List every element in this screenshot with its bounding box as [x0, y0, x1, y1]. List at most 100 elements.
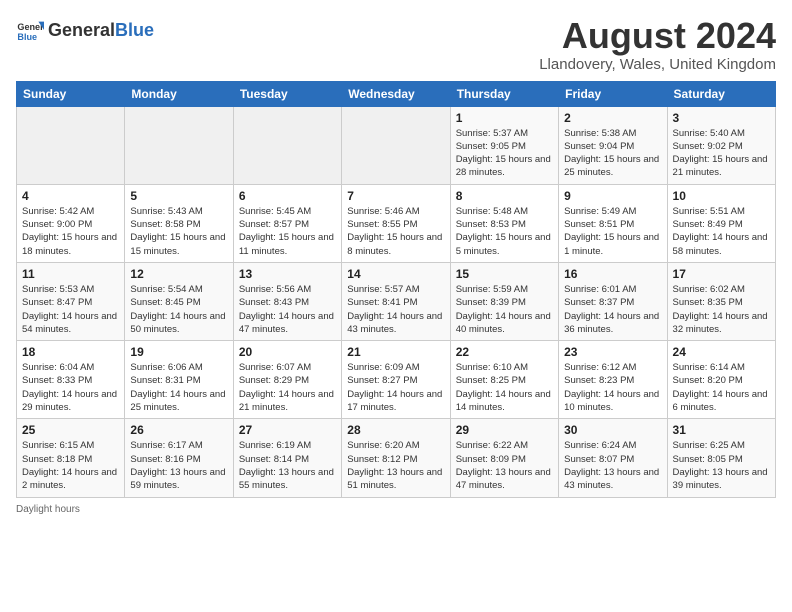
header: General Blue GeneralBlue August 2024 Lla… — [16, 16, 776, 73]
calendar-week-row: 1Sunrise: 5:37 AMSunset: 9:05 PMDaylight… — [17, 106, 776, 184]
calendar-cell: 16 Sunrise: 6:01 AMSunset: 8:37 PMDayligh… — [559, 262, 667, 340]
day-number: 25 — [22, 423, 119, 437]
calendar-cell: 4Sunrise: 5:42 AMSunset: 9:00 PMDaylight… — [17, 184, 125, 262]
day-info: Sunrise: 6:24 AMSunset: 8:07 PMDaylight:… — [564, 439, 661, 492]
day-info: Sunrise: 6:09 AMSunset: 8:27 PMDaylight:… — [347, 361, 444, 414]
calendar-cell: 6Sunrise: 5:45 AMSunset: 8:57 PMDaylight… — [233, 184, 341, 262]
calendar-cell — [125, 106, 233, 184]
day-number: 10 — [673, 189, 770, 203]
day-info: Sunrise: 6:17 AMSunset: 8:16 PMDaylight:… — [130, 439, 227, 492]
day-number: 9 — [564, 189, 661, 203]
calendar-cell: 13 Sunrise: 5:56 AMSunset: 8:43 PMDayligh… — [233, 262, 341, 340]
day-number: 2 — [564, 111, 661, 125]
calendar-cell — [233, 106, 341, 184]
day-info: Sunrise: 6:01 AMSunset: 8:37 PMDaylight:… — [564, 283, 661, 336]
calendar-cell: 9 Sunrise: 5:49 AMSunset: 8:51 PMDaylight… — [559, 184, 667, 262]
day-number: 5 — [130, 189, 227, 203]
calendar-cell: 15 Sunrise: 5:59 AMSunset: 8:39 PMDayligh… — [450, 262, 558, 340]
calendar-day-header: Monday — [125, 81, 233, 106]
calendar-day-header: Thursday — [450, 81, 558, 106]
calendar-cell: 28 Sunrise: 6:20 AMSunset: 8:12 PMDayligh… — [342, 419, 450, 497]
day-info: Sunrise: 5:48 AMSunset: 8:53 PMDaylight:… — [456, 205, 553, 258]
day-info: Sunrise: 6:07 AMSunset: 8:29 PMDaylight:… — [239, 361, 336, 414]
day-info: Sunrise: 6:25 AMSunset: 8:05 PMDaylight:… — [673, 439, 770, 492]
calendar-cell: 8 Sunrise: 5:48 AMSunset: 8:53 PMDaylight… — [450, 184, 558, 262]
calendar-table: SundayMondayTuesdayWednesdayThursdayFrid… — [16, 81, 776, 498]
day-info: Sunrise: 6:22 AMSunset: 8:09 PMDaylight:… — [456, 439, 553, 492]
calendar-cell: 18Sunrise: 6:04 AMSunset: 8:33 PMDayligh… — [17, 341, 125, 419]
day-number: 14 — [347, 267, 444, 281]
day-info: Sunrise: 6:10 AMSunset: 8:25 PMDaylight:… — [456, 361, 553, 414]
day-info: Sunrise: 5:54 AMSunset: 8:45 PMDaylight:… — [130, 283, 227, 336]
location: Llandovery, Wales, United Kingdom — [539, 56, 776, 73]
calendar-day-header: Tuesday — [233, 81, 341, 106]
calendar-cell: 5Sunrise: 5:43 AMSunset: 8:58 PMDaylight… — [125, 184, 233, 262]
calendar-cell: 17 Sunrise: 6:02 AMSunset: 8:35 PMDayligh… — [667, 262, 775, 340]
day-number: 19 — [130, 345, 227, 359]
day-number: 22 — [456, 345, 553, 359]
calendar-cell: 27Sunrise: 6:19 AMSunset: 8:14 PMDayligh… — [233, 419, 341, 497]
day-info: Sunrise: 5:56 AMSunset: 8:43 PMDaylight:… — [239, 283, 336, 336]
day-number: 31 — [673, 423, 770, 437]
day-number: 21 — [347, 345, 444, 359]
calendar-day-header: Sunday — [17, 81, 125, 106]
calendar-cell: 23Sunrise: 6:12 AMSunset: 8:23 PMDayligh… — [559, 341, 667, 419]
day-number: 30 — [564, 423, 661, 437]
day-number: 13 — [239, 267, 336, 281]
day-info: Sunrise: 6:04 AMSunset: 8:33 PMDaylight:… — [22, 361, 119, 414]
calendar-cell: 12 Sunrise: 5:54 AMSunset: 8:45 PMDayligh… — [125, 262, 233, 340]
day-number: 12 — [130, 267, 227, 281]
day-number: 3 — [673, 111, 770, 125]
day-number: 7 — [347, 189, 444, 203]
calendar-cell: 24 Sunrise: 6:14 AMSunset: 8:20 PMDayligh… — [667, 341, 775, 419]
day-info: Sunrise: 6:19 AMSunset: 8:14 PMDaylight:… — [239, 439, 336, 492]
day-number: 15 — [456, 267, 553, 281]
calendar-cell — [342, 106, 450, 184]
day-number: 24 — [673, 345, 770, 359]
day-info: Sunrise: 5:59 AMSunset: 8:39 PMDaylight:… — [456, 283, 553, 336]
calendar-cell: 31 Sunrise: 6:25 AMSunset: 8:05 PMDayligh… — [667, 419, 775, 497]
logo: General Blue GeneralBlue — [16, 16, 154, 44]
calendar-cell: 26Sunrise: 6:17 AMSunset: 8:16 PMDayligh… — [125, 419, 233, 497]
day-info: Sunrise: 6:14 AMSunset: 8:20 PMDaylight:… — [673, 361, 770, 414]
day-info: Sunrise: 5:46 AMSunset: 8:55 PMDaylight:… — [347, 205, 444, 258]
calendar-cell: 10 Sunrise: 5:51 AMSunset: 8:49 PMDayligh… — [667, 184, 775, 262]
day-number: 23 — [564, 345, 661, 359]
calendar-cell: 25 Sunrise: 6:15 AMSunset: 8:18 PMDayligh… — [17, 419, 125, 497]
calendar-cell — [17, 106, 125, 184]
day-number: 28 — [347, 423, 444, 437]
day-number: 29 — [456, 423, 553, 437]
calendar-cell: 22 Sunrise: 6:10 AMSunset: 8:25 PMDayligh… — [450, 341, 558, 419]
logo-blue: Blue — [115, 20, 154, 41]
calendar-cell: 11 Sunrise: 5:53 AMSunset: 8:47 PMDayligh… — [17, 262, 125, 340]
day-info: Sunrise: 6:02 AMSunset: 8:35 PMDaylight:… — [673, 283, 770, 336]
day-number: 11 — [22, 267, 119, 281]
day-number: 4 — [22, 189, 119, 203]
calendar-cell: 29 Sunrise: 6:22 AMSunset: 8:09 PMDayligh… — [450, 419, 558, 497]
day-info: Sunrise: 5:38 AMSunset: 9:04 PMDaylight:… — [564, 127, 661, 180]
day-number: 16 — [564, 267, 661, 281]
day-info: Sunrise: 5:49 AMSunset: 8:51 PMDaylight:… — [564, 205, 661, 258]
day-info: Sunrise: 6:20 AMSunset: 8:12 PMDaylight:… — [347, 439, 444, 492]
calendar-day-header: Friday — [559, 81, 667, 106]
calendar-week-row: 25 Sunrise: 6:15 AMSunset: 8:18 PMDayligh… — [17, 419, 776, 497]
calendar-cell: 19Sunrise: 6:06 AMSunset: 8:31 PMDayligh… — [125, 341, 233, 419]
calendar-cell: 3Sunrise: 5:40 AMSunset: 9:02 PMDaylight… — [667, 106, 775, 184]
calendar-week-row: 11 Sunrise: 5:53 AMSunset: 8:47 PMDayligh… — [17, 262, 776, 340]
logo-icon: General Blue — [16, 16, 44, 44]
day-number: 20 — [239, 345, 336, 359]
calendar-cell: 21 Sunrise: 6:09 AMSunset: 8:27 PMDayligh… — [342, 341, 450, 419]
day-info: Sunrise: 5:51 AMSunset: 8:49 PMDaylight:… — [673, 205, 770, 258]
day-number: 8 — [456, 189, 553, 203]
calendar-cell: 14Sunrise: 5:57 AMSunset: 8:41 PMDayligh… — [342, 262, 450, 340]
day-info: Sunrise: 6:15 AMSunset: 8:18 PMDaylight:… — [22, 439, 119, 492]
calendar-header-row: SundayMondayTuesdayWednesdayThursdayFrid… — [17, 81, 776, 106]
day-info: Sunrise: 5:53 AMSunset: 8:47 PMDaylight:… — [22, 283, 119, 336]
day-number: 17 — [673, 267, 770, 281]
footer-note: Daylight hours — [16, 504, 776, 515]
svg-text:Blue: Blue — [17, 32, 37, 42]
calendar-cell: 20 Sunrise: 6:07 AMSunset: 8:29 PMDayligh… — [233, 341, 341, 419]
calendar-cell: 1Sunrise: 5:37 AMSunset: 9:05 PMDaylight… — [450, 106, 558, 184]
calendar-day-header: Saturday — [667, 81, 775, 106]
calendar-cell: 7 Sunrise: 5:46 AMSunset: 8:55 PMDaylight… — [342, 184, 450, 262]
